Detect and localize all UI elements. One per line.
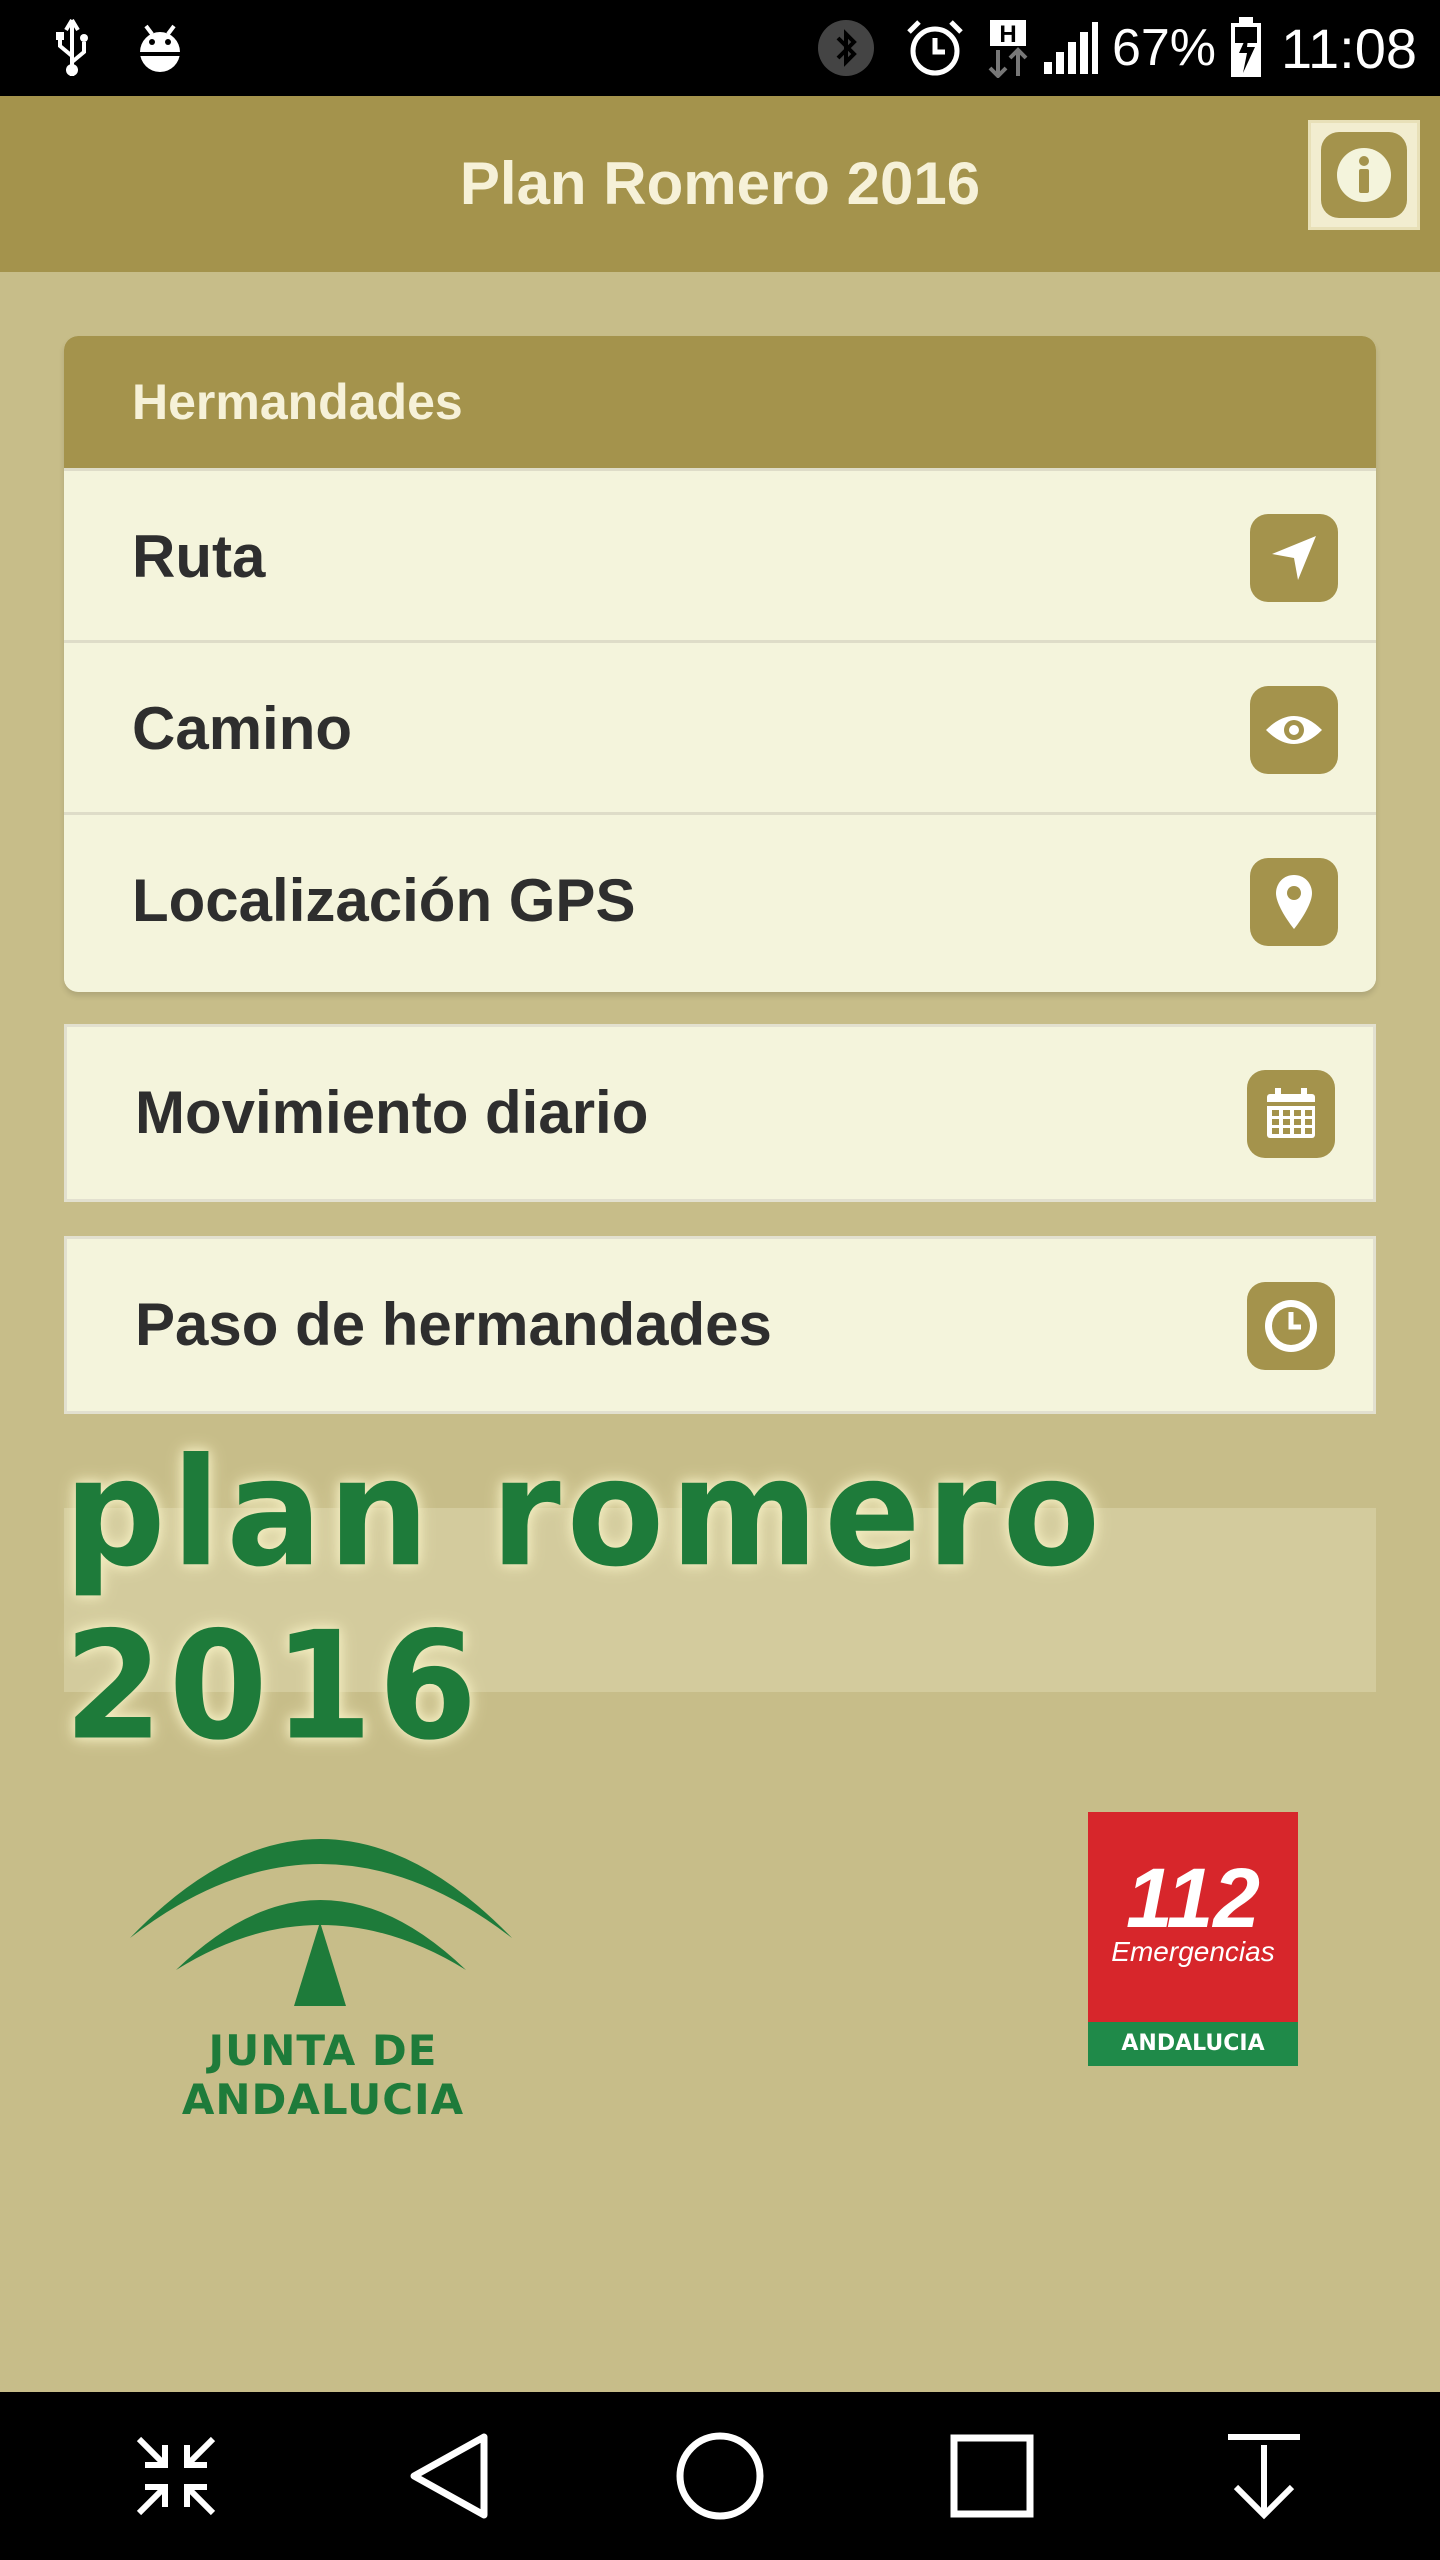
info-button[interactable] — [1308, 120, 1420, 230]
menu-item-camino[interactable]: Camino — [64, 640, 1376, 812]
menu-item-label: Localización GPS — [132, 867, 636, 934]
alarm-icon — [900, 0, 970, 96]
info-icon — [1321, 132, 1407, 218]
emergencias-number: 112 — [1126, 1851, 1260, 1945]
calendar-icon — [1247, 1070, 1335, 1158]
usb-icon — [44, 0, 100, 96]
battery-percent: 67% — [1111, 19, 1217, 77]
eye-icon — [1250, 686, 1338, 774]
navigation-arrow-icon — [1250, 514, 1338, 602]
app-title: Plan Romero 2016 — [459, 150, 981, 217]
menu-item-label: Camino — [132, 695, 353, 762]
status-bar: H 67% 11:08 — [0, 0, 1440, 96]
menu-item-localizacion-gps[interactable]: Localización GPS — [64, 812, 1376, 984]
menu-item-movimiento-diario[interactable]: Movimiento diario — [64, 1024, 1376, 1202]
plan-romero-banner: plan romero 2016 — [64, 1427, 1376, 1773]
recents-icon[interactable] — [912, 2392, 1072, 2560]
back-icon[interactable] — [368, 2392, 528, 2560]
status-time: 11:08 — [1281, 16, 1417, 80]
battery-charging-icon — [1226, 0, 1266, 96]
home-icon[interactable] — [640, 2392, 800, 2560]
signal-icon — [1040, 0, 1100, 96]
collapse-icon[interactable] — [96, 2392, 256, 2560]
clock-icon — [1247, 1282, 1335, 1370]
menu-item-paso-de-hermandades[interactable]: Paso de hermandades — [64, 1236, 1376, 1414]
map-pin-icon — [1250, 858, 1338, 946]
emergencias-region: ANDALUCIA — [1088, 2022, 1298, 2066]
menu-item-label: Movimiento diario — [135, 1079, 649, 1146]
junta-text: JUNTA DE ANDALUCIA — [181, 2026, 465, 2124]
app-bar: Plan Romero 2016 — [0, 96, 1440, 272]
menu-item-label: Ruta — [132, 523, 266, 590]
emergencias-label: Emergencias — [1111, 1936, 1275, 1967]
navigation-bar — [0, 2392, 1440, 2560]
junta-de-andalucia-logo: JUNTA DE ANDALUCIA — [124, 1800, 524, 2124]
android-debug-icon — [128, 0, 192, 96]
bluetooth-icon — [814, 0, 878, 96]
svg-text:H: H — [999, 21, 1016, 48]
hermandades-header: Hermandades — [64, 336, 1376, 468]
emergencias-112-logo: 112 Emergencias ANDALUCIA — [1088, 1812, 1298, 2066]
menu-item-ruta[interactable]: Ruta — [64, 468, 1376, 640]
hermandades-card: Hermandades Ruta Camino Localización GPS — [64, 336, 1376, 992]
download-icon[interactable] — [1184, 2392, 1344, 2560]
network-h-icon: H — [984, 0, 1036, 96]
banner-text: plan romero 2016 — [64, 1426, 1107, 1774]
menu-item-label: Paso de hermandades — [135, 1291, 772, 1358]
